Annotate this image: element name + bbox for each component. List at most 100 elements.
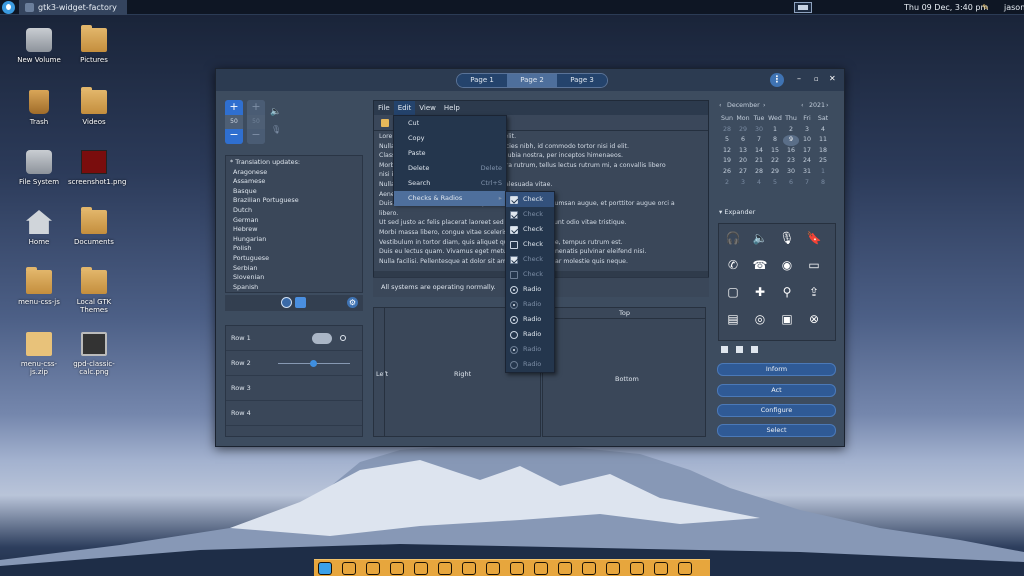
prev-month-icon[interactable]: ‹ [719,102,722,109]
list-row[interactable]: Row 4 [226,401,362,426]
calendar-day[interactable]: 30 [751,125,767,136]
list-row[interactable]: Row 3 [226,376,362,401]
image-icon[interactable] [295,297,306,308]
calendar-day[interactable]: 6 [735,135,751,146]
menu-item[interactable]: Copy [394,131,506,146]
dock-launcher-icon[interactable] [654,562,668,575]
next-month-icon[interactable]: › [763,102,766,109]
icon-grid[interactable]: 🎧 🔈 🎙 🔖 ✆ ☎ ◉ ▭ ▢ ✚ ⚲ ⇪ ▤ ◎ ▣ ⊗ [718,223,836,341]
dock-launcher-icon[interactable] [630,562,644,575]
calendar-day[interactable]: 16 [783,146,799,157]
calendar-day[interactable]: 28 [751,167,767,178]
increment-icon[interactable]: + [225,100,243,115]
calendar-day[interactable]: 11 [815,135,831,146]
dock-launcher-icon[interactable] [534,562,548,575]
calendar-day[interactable]: 4 [815,125,831,136]
dock-launcher-icon[interactable] [558,562,572,575]
radio-indicator[interactable] [340,335,346,341]
calendar-day[interactable]: 1 [815,167,831,178]
calendar-day[interactable]: 28 [719,125,735,136]
desktop-icon[interactable]: menu-css-js.zip [13,332,65,376]
check-menu-item[interactable]: Check [506,192,554,207]
calendar-day[interactable]: 2 [719,178,735,189]
radio-menu-item[interactable]: Radio [506,312,554,327]
calendar-day[interactable]: 18 [815,146,831,157]
refresh-icon[interactable] [751,346,758,353]
calendar-day[interactable]: 27 [735,167,751,178]
menu-item[interactable]: Paste [394,146,506,161]
remove-icon[interactable] [721,346,728,353]
calendar-day[interactable]: 10 [799,135,815,146]
menu-edit[interactable]: Edit [393,101,416,115]
open-icon[interactable] [381,119,389,127]
clock[interactable]: Thu 09 Dec, 3:40 pm [904,3,988,12]
pane-divider[interactable] [543,318,705,319]
desktop-icon[interactable]: Local GTK Themes [68,267,120,314]
primary-menu-button[interactable]: ⋮ [770,73,784,87]
calendar-day[interactable]: 7 [799,178,815,189]
toggle-switch[interactable] [312,333,332,344]
maximize-icon[interactable]: ▫ [814,75,819,83]
calendar-day[interactable]: 23 [783,156,799,167]
globe-icon[interactable] [281,297,292,308]
dock-launcher-icon[interactable] [486,562,500,575]
decrement-icon[interactable]: − [225,129,243,144]
camera-icon[interactable]: ◉ [779,257,795,273]
list-item[interactable]: Brazilian Portuguese [233,196,362,206]
dock-launcher-icon[interactable] [318,562,332,575]
menu-item[interactable]: Search Ctrl+S [394,176,506,191]
drive-icon[interactable]: ▤ [725,311,741,327]
upload-icon[interactable]: ⇪ [806,284,822,300]
next-year-icon[interactable]: › [826,102,829,109]
hangup-icon[interactable]: ☎ [752,257,768,273]
dock-launcher-icon[interactable] [366,562,380,575]
menu-item[interactable]: Cut [394,116,506,131]
calendar-day[interactable]: 26 [719,167,735,178]
close-icon[interactable]: ✕ [829,74,836,83]
calendar[interactable]: ‹ December › ‹ 2021 › Sun Mon Tue Wed Thu Fri… [719,102,839,188]
phone-icon[interactable]: ✆ [725,257,741,273]
menu-item[interactable]: Delete Delete [394,161,506,176]
desktop-icon[interactable]: menu-css-js [13,267,65,306]
dock-launcher-icon[interactable] [678,562,692,575]
select-button[interactable]: Select [717,424,836,437]
desktop-icon[interactable]: File System [13,150,65,186]
calendar-day[interactable]: 15 [767,146,783,157]
tray-icon[interactable]: ✎ [982,3,989,12]
dock-launcher-icon[interactable] [510,562,524,575]
calendar-day[interactable]: 22 [767,156,783,167]
dock-launcher-icon[interactable] [390,562,404,575]
desktop-icon[interactable]: New Volume [13,28,65,64]
list-item[interactable]: Dutch [233,206,362,216]
calendar-day[interactable]: 7 [751,135,767,146]
paned-top-bottom[interactable]: Top Bottom [542,307,706,437]
calendar-day[interactable]: 30 [783,167,799,178]
list-item[interactable]: German [233,216,362,226]
pane-divider[interactable] [384,308,385,436]
calendar-day[interactable]: 17 [799,146,815,157]
storage-icon[interactable]: ▣ [779,311,795,327]
check-menu-item[interactable]: Check [506,237,554,252]
workspace-switcher[interactable] [794,2,812,13]
act-button[interactable]: Act [717,384,836,397]
list-item[interactable]: Aragonese [233,168,362,178]
calendar-day[interactable]: 3 [799,125,815,136]
spin-value[interactable]: 50 [225,115,243,129]
dock-launcher-icon[interactable] [606,562,620,575]
list-row[interactable]: Row 1 [226,326,362,351]
desktop-icon[interactable]: Trash [13,90,65,126]
menu-view[interactable]: View [415,101,440,115]
calendar-day[interactable]: 24 [799,156,815,167]
configure-button[interactable]: Configure [717,404,836,417]
calendar-day[interactable]: 9 [783,135,799,146]
tab-page-2[interactable]: Page 2 [507,74,557,87]
calendar-day[interactable]: 12 [719,146,735,157]
calendar-day[interactable]: 20 [735,156,751,167]
radio-menu-item[interactable]: Radio [506,282,554,297]
bookmark-icon[interactable]: 🔖 [806,230,822,246]
calendar-day[interactable]: 6 [783,178,799,189]
calendar-day[interactable]: 21 [751,156,767,167]
list-item[interactable]: Portuguese [233,254,362,264]
calendar-day[interactable]: 2 [783,125,799,136]
headphones-icon[interactable]: 🎧 [725,230,741,246]
